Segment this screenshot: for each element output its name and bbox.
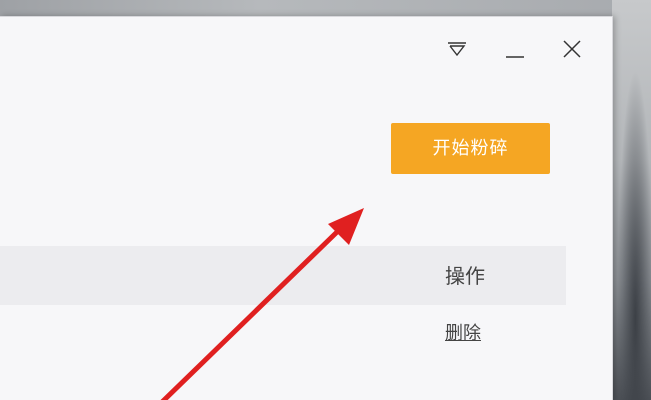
delete-link[interactable]: 删除 <box>445 322 481 346</box>
desktop-background-right <box>612 0 651 400</box>
table-row: 删除 <box>0 305 566 365</box>
start-shred-button[interactable]: 开始粉碎 <box>391 123 550 174</box>
table-header: 操作 <box>0 246 566 305</box>
app-window: 开始粉碎 操作 删除 <box>0 16 613 400</box>
dropdown-menu-button[interactable] <box>444 37 470 61</box>
minimize-button[interactable] <box>502 37 528 61</box>
close-button[interactable] <box>559 37 585 61</box>
minimize-icon <box>506 56 524 58</box>
triangle-down-icon <box>448 42 466 57</box>
close-icon <box>563 40 581 58</box>
column-header-action: 操作 <box>445 264 485 288</box>
desktop-background-top <box>0 0 651 16</box>
